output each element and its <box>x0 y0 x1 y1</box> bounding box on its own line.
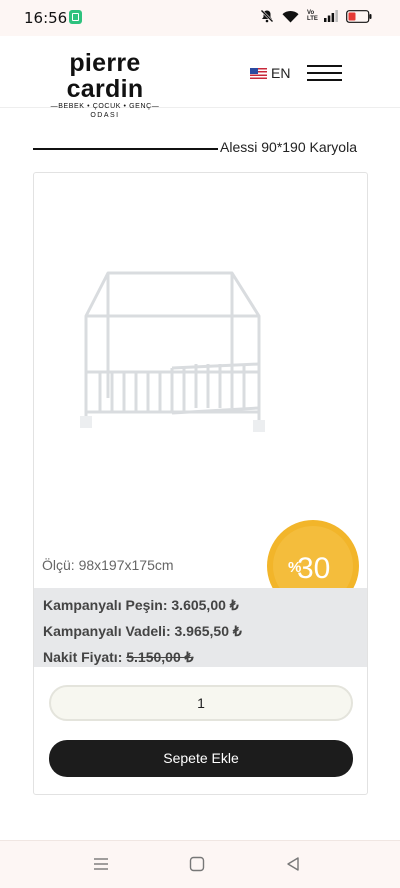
discount-value: 30 <box>297 552 330 585</box>
brand-name: pierre cardin <box>66 49 144 103</box>
brand-logo[interactable]: pierre cardin —BEBEK • ÇOCUK • GENÇ— ODA… <box>29 50 181 120</box>
quantity-input[interactable]: 1 <box>49 685 353 721</box>
title-divider <box>33 148 218 150</box>
product-title-row: Alessi 90*190 Karyola <box>33 136 357 158</box>
recent-apps-icon[interactable] <box>93 856 109 872</box>
brand-tagline-2: ODASI <box>90 112 120 119</box>
price-box: Kampanyalı Peşin: 3.605,00 ₺ Kampanyalı … <box>34 588 367 667</box>
status-icons: Vo LTE <box>260 9 372 23</box>
campaign-cash-price: Kampanyalı Peşin: 3.605,00 ₺ <box>43 597 239 613</box>
language-label: EN <box>271 65 291 81</box>
mute-icon <box>260 9 274 23</box>
volte-icon: Vo LTE <box>307 10 318 22</box>
home-icon[interactable] <box>189 856 205 872</box>
cash-price: Nakit Fiyatı: 5.150,00 ₺ <box>43 649 194 665</box>
brand-tagline: —BEBEK • ÇOCUK • GENÇ— <box>50 103 160 110</box>
language-selector[interactable]: EN <box>250 65 290 81</box>
app-notification-icon <box>69 10 82 24</box>
back-icon[interactable] <box>285 856 301 872</box>
product-title: Alessi 90*190 Karyola <box>220 139 357 155</box>
us-flag-icon <box>250 67 267 79</box>
signal-icon <box>324 10 338 22</box>
campaign-installment-price: Kampanyalı Vadeli: 3.965,50 ₺ <box>43 623 242 639</box>
product-card: Ölçü: 98x197x175cm % 30 Kampanyalı Peşin… <box>33 172 368 795</box>
system-nav-bar <box>0 840 400 888</box>
site-header: pierre cardin —BEBEK • ÇOCUK • GENÇ— ODA… <box>0 36 400 119</box>
battery-icon <box>346 9 372 23</box>
wifi-icon <box>282 10 299 22</box>
product-image[interactable] <box>72 268 267 438</box>
add-to-cart-button[interactable]: Sepete Ekle <box>49 740 353 777</box>
product-size: Ölçü: 98x197x175cm <box>42 557 174 573</box>
hamburger-menu-icon[interactable] <box>307 65 342 81</box>
status-time: 16:56 <box>24 9 68 27</box>
status-bar: 16:56 Vo LTE <box>0 0 400 36</box>
